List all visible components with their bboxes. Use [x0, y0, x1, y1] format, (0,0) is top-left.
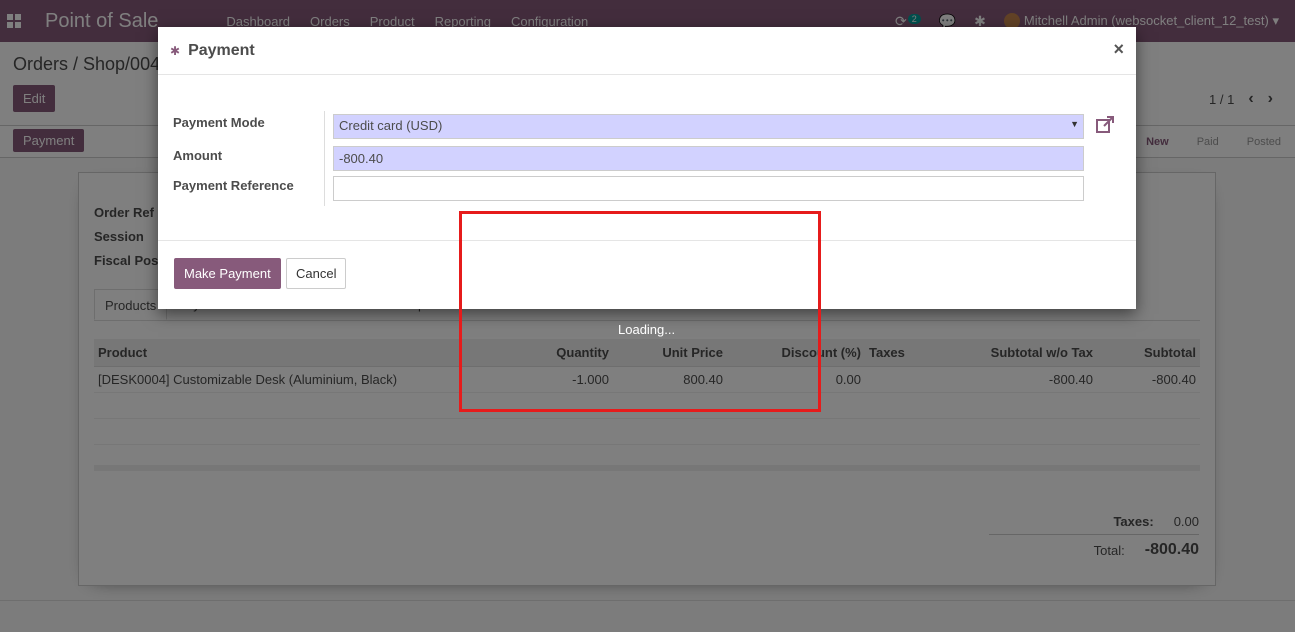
label-divider — [324, 111, 325, 206]
debug-bug-icon: ✱ — [170, 43, 181, 58]
dialog-header: ✱ Payment — [158, 27, 1136, 75]
external-link-icon[interactable] — [1095, 115, 1115, 135]
payment-mode-select[interactable]: Credit card (USD) ▼ — [333, 114, 1084, 139]
amount-label: Amount — [173, 148, 223, 163]
cancel-button[interactable]: Cancel — [286, 258, 347, 289]
payment-reference-label: Payment Reference — [173, 178, 294, 193]
payment-mode-value: Credit card (USD) — [339, 118, 443, 133]
make-payment-button[interactable]: Make Payment — [174, 258, 281, 289]
close-icon[interactable]: × — [1113, 39, 1124, 60]
payment-reference-field[interactable] — [333, 176, 1084, 201]
loading-text: Loading... — [618, 322, 676, 337]
dialog-title: Payment — [188, 41, 255, 59]
caret-down-icon: ▼ — [1070, 119, 1079, 129]
external-link-svg — [1096, 116, 1114, 133]
payment-mode-label: Payment Mode — [173, 115, 265, 130]
amount-field[interactable] — [333, 146, 1084, 171]
loading-spinner-icon — [627, 253, 667, 293]
highlight-box — [459, 211, 821, 412]
